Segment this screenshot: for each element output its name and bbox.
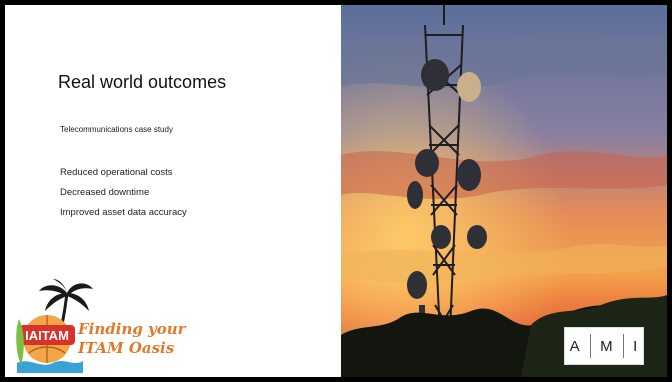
text-panel: Real world outcomes Telecommunications c…	[5, 5, 341, 377]
ami-letter: A	[569, 337, 581, 355]
list-item: Decreased downtime	[60, 187, 150, 198]
ami-logo: A M I	[564, 327, 644, 365]
list-item: Improved asset data accuracy	[60, 207, 187, 218]
badge-text: IAITAM	[25, 328, 69, 343]
slide-subtitle: Telecommunications case study	[60, 125, 173, 134]
logo-tagline: Finding your ITAM Oasis	[78, 320, 186, 358]
tagline-line1: Finding your	[78, 320, 186, 338]
tower-photo	[341, 5, 667, 377]
slide-title: Real world outcomes	[58, 72, 227, 92]
tagline-line2: ITAM Oasis	[78, 339, 175, 357]
divider	[589, 334, 591, 358]
ami-letter: I	[633, 337, 639, 355]
outcomes-list: Reduced operational costs Decreased down…	[60, 163, 187, 223]
ami-letter: M	[600, 337, 614, 355]
list-item: Reduced operational costs	[60, 167, 173, 178]
slide: Real world outcomes Telecommunications c…	[5, 5, 667, 377]
presentation-frame: Real world outcomes Telecommunications c…	[0, 0, 672, 382]
divider	[622, 334, 624, 358]
